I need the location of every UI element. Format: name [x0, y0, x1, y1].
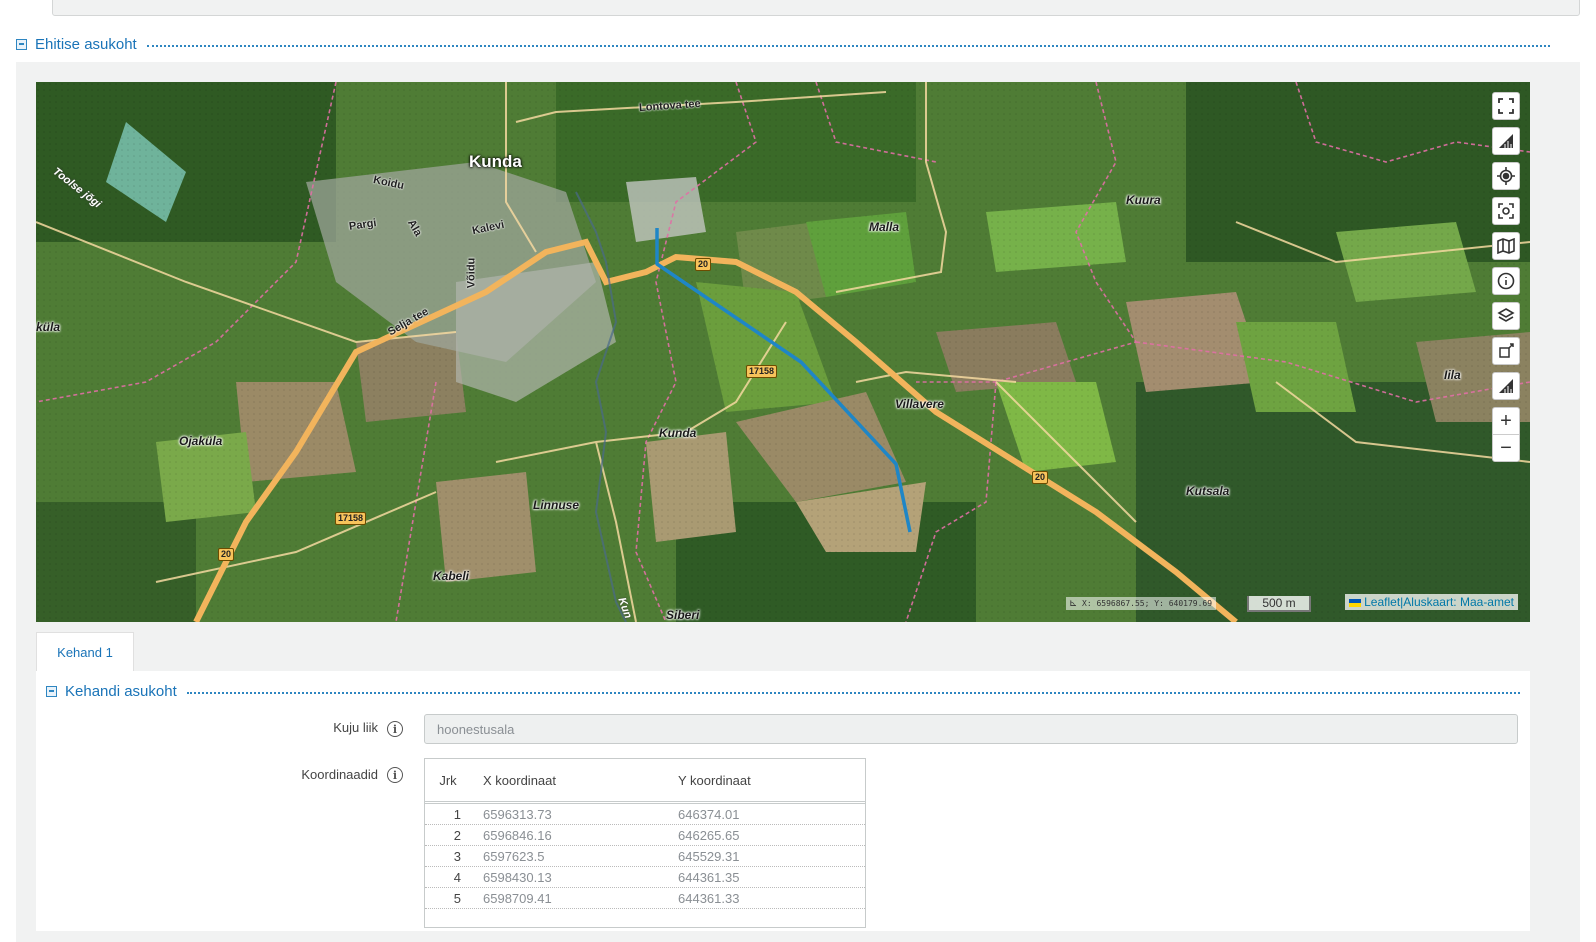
column-header-y: Y koordinaat	[678, 772, 751, 788]
coordinates-label: Koordinaadid	[301, 767, 378, 782]
draw-icon[interactable]	[1492, 337, 1520, 365]
info-icon[interactable]: i	[387, 721, 403, 737]
column-header-x: X koordinaat	[483, 772, 556, 788]
info-icon[interactable]: i	[387, 767, 403, 783]
map-label-kutsala: Kutsala	[1186, 484, 1230, 498]
row-number: 2	[453, 827, 461, 843]
map-label-kula: küla	[36, 320, 61, 334]
row-number: 4	[453, 869, 461, 885]
screenshot-icon[interactable]	[1492, 197, 1520, 225]
leaflet-link[interactable]: Leaflet	[1364, 595, 1400, 609]
tab-kehand-1[interactable]: Kehand 1	[36, 632, 134, 672]
road-shield-20: 20	[218, 548, 235, 561]
coordinate-text: X: 6596867.55; Y: 640179.69	[1082, 599, 1213, 608]
road-shield-20: 20	[1032, 471, 1049, 484]
table-row: 5 6598709.41 644361.33	[425, 888, 865, 909]
collapse-icon[interactable]	[46, 685, 57, 697]
x-coordinate: 6596846.16	[483, 827, 552, 843]
map-label-kuura: Kuura	[1126, 193, 1161, 207]
satellite-basemap	[36, 82, 1530, 622]
locate-icon[interactable]	[1492, 162, 1520, 190]
y-coordinate: 644361.35	[678, 869, 740, 885]
subsection-divider	[186, 691, 1520, 694]
map-view[interactable]: Kunda Koidu Pargi Ala Kalevi Võidu Selja…	[36, 82, 1530, 622]
row-number: 3	[453, 848, 461, 864]
coordinate-readout: ⊾ X: 6596867.55; Y: 640179.69	[1066, 597, 1217, 610]
scale-bar: 500 m	[1247, 596, 1311, 612]
table-row: 3 6597623.5 645529.31	[425, 846, 865, 867]
y-coordinate: 646265.65	[678, 827, 740, 843]
column-header-jrk: Jrk	[439, 772, 457, 788]
x-coordinate: 6596313.73	[483, 806, 552, 822]
map-toolbar: + −	[1492, 92, 1520, 462]
basemap-attribution-link[interactable]: Aluskaart: Maa-amet	[1403, 595, 1514, 609]
map-label-kunda-village: Kunda	[659, 426, 697, 440]
row-number: 1	[453, 806, 461, 822]
table-row: 1 6596313.73 646374.01	[425, 804, 865, 825]
section-divider	[146, 44, 1550, 47]
road-shield-17158: 17158	[746, 365, 778, 378]
measure-icon[interactable]	[1492, 127, 1520, 155]
x-coordinate: 6598430.13	[483, 869, 552, 885]
map-label-kunda-town: Kunda	[469, 152, 522, 171]
coordinates-table: Jrk X koordinaat Y koordinaat 1 6596313.…	[424, 758, 866, 928]
map-label-kabeli: Kabeli	[433, 569, 470, 583]
subsection-title: Kehandi asukoht	[65, 682, 177, 700]
collapse-icon[interactable]	[16, 38, 27, 50]
x-coordinate: 6598709.41	[483, 890, 552, 906]
zoom-control: + −	[1492, 407, 1520, 462]
zoom-out-button[interactable]: −	[1493, 434, 1519, 461]
row-number: 5	[453, 890, 461, 906]
section-title: Ehitise asukoht	[35, 35, 137, 53]
map-label-ojakula: Ojaküla	[179, 434, 223, 448]
info-icon[interactable]	[1492, 267, 1520, 295]
section-header-ehitise-asukoht: Ehitise asukoht	[16, 34, 1550, 54]
measure-area-icon[interactable]	[1492, 372, 1520, 400]
layers-icon[interactable]	[1492, 302, 1520, 330]
y-coordinate: 645529.31	[678, 848, 740, 864]
fullscreen-icon[interactable]	[1492, 92, 1520, 120]
map-attribution: Leaflet|Aluskaart: Maa-amet	[1345, 594, 1518, 610]
basemap-icon[interactable]	[1492, 232, 1520, 260]
y-coordinate: 644361.33	[678, 890, 740, 906]
map-label-malla: Malla	[869, 220, 900, 234]
table-row: 2 6596846.16 646265.65	[425, 825, 865, 846]
road-shield-17158: 17158	[335, 512, 367, 525]
section-header-kehandi-asukoht: Kehandi asukoht	[46, 681, 1520, 701]
map-label-voidu: Võidu	[465, 257, 478, 289]
map-label-villavere: Villavere	[895, 397, 944, 411]
map-label-siberi: Siberi	[666, 608, 700, 622]
axis-icon: ⊾	[1069, 598, 1078, 609]
map-label-linnuse: Linnuse	[533, 498, 580, 512]
previous-section-panel	[52, 0, 1580, 16]
ukraine-flag-icon	[1349, 598, 1362, 607]
table-row: 4 6598430.13 644361.35	[425, 867, 865, 888]
shape-type-field: hoonestusala	[424, 714, 1518, 744]
zoom-in-button[interactable]: +	[1493, 408, 1519, 434]
road-shield-20: 20	[695, 258, 712, 271]
map-label-iila: Iila	[1444, 368, 1461, 382]
y-coordinate: 646374.01	[678, 806, 740, 822]
x-coordinate: 6597623.5	[483, 848, 545, 864]
table-header: Jrk X koordinaat Y koordinaat	[425, 759, 865, 804]
shape-type-label: Kuju liik	[333, 720, 378, 735]
